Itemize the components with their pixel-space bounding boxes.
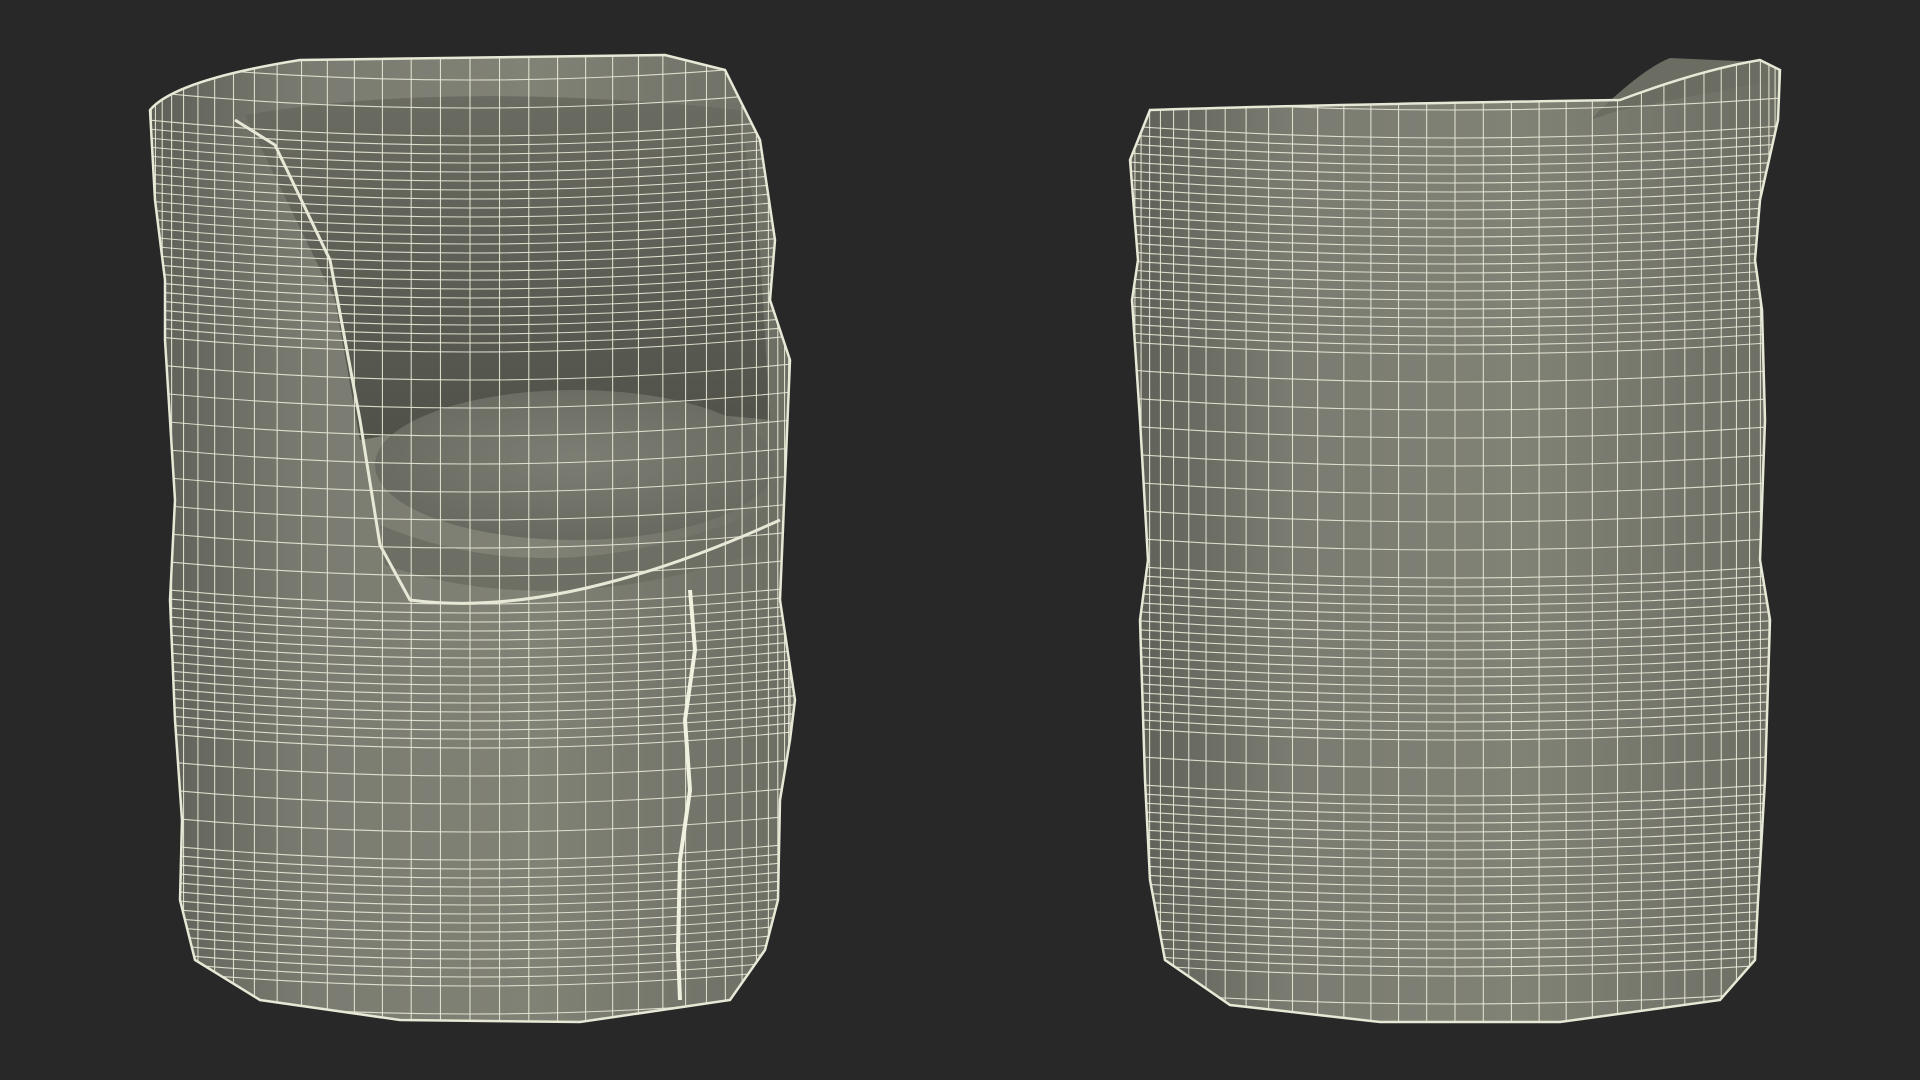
wireframe-render xyxy=(0,0,1920,1080)
chair-back-view xyxy=(1128,58,1782,1024)
render-viewport xyxy=(0,0,1920,1080)
chair-front-view xyxy=(148,53,797,1024)
seat-cushion xyxy=(375,390,775,540)
